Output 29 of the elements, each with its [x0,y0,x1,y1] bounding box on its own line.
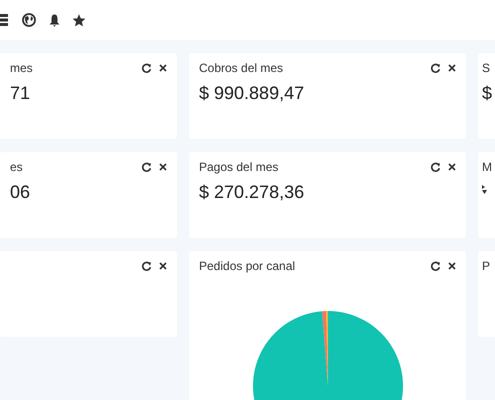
refresh-icon[interactable] [141,62,152,74]
sort-icon [482,185,487,194]
stat-value: $ 270.278,36 [199,181,306,204]
refresh-icon[interactable] [141,162,152,172]
card-title: Pedidos por canal [199,258,296,275]
stat-value: 71 [10,82,32,105]
star-icon[interactable] [72,14,86,26]
card-title: P [482,258,490,275]
card-title: es [10,159,23,176]
refresh-icon[interactable] [430,162,441,172]
bell-icon[interactable] [49,14,60,26]
card-title: Cobros del mes [199,60,284,77]
card-title: mes [10,60,33,77]
close-icon[interactable] [448,163,456,171]
close-icon[interactable] [448,64,456,72]
close-icon[interactable] [159,262,167,270]
card-title: S [482,60,490,77]
card-title: Pagos del mes [199,159,278,176]
refresh-icon[interactable] [430,62,441,74]
stat-value: $ [482,82,494,105]
stat-value: 06 [10,181,32,204]
close-icon[interactable] [448,262,456,270]
stat-value: $ 990.889,47 [199,82,306,105]
refresh-icon[interactable] [430,260,441,272]
close-icon[interactable] [159,64,167,72]
globe-icon[interactable] [22,13,36,27]
card-title: M [482,159,492,176]
refresh-icon[interactable] [141,260,152,272]
close-icon[interactable] [159,163,167,171]
